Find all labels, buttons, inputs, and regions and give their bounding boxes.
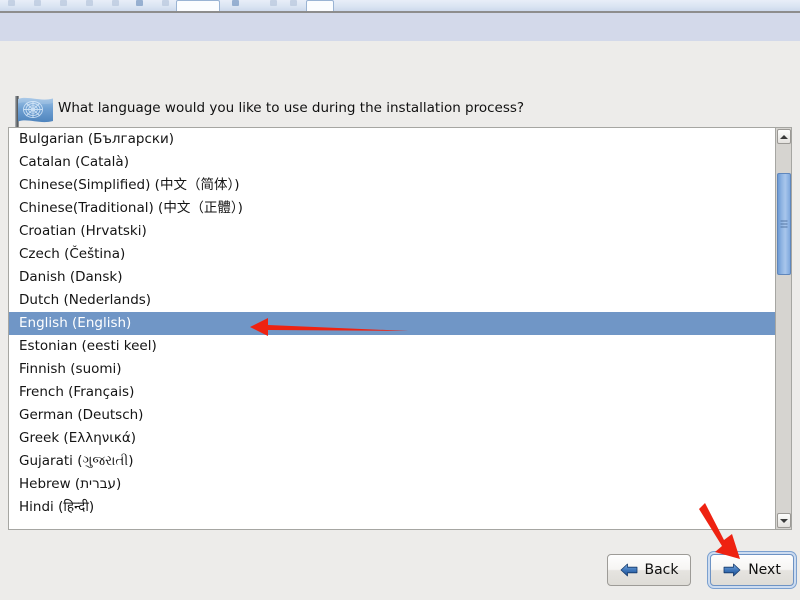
language-list-item[interactable]: Estonian (eesti keel) [9,335,775,358]
scrollbar-thumb[interactable] [777,173,791,275]
language-list-item[interactable]: Danish (Dansk) [9,266,775,289]
scroll-up-button[interactable] [777,129,791,144]
scroll-down-button[interactable] [777,513,791,528]
next-button-label: Next [748,562,781,578]
next-button[interactable]: Next [710,554,794,586]
language-list-item[interactable]: Greek (Ελληνικά) [9,427,775,450]
language-list-item[interactable]: German (Deutsch) [9,404,775,427]
language-list-item[interactable]: Chinese(Simplified) (中文（简体）) [9,174,775,197]
toolbar-field[interactable] [306,0,334,11]
language-list-item[interactable]: Dutch (Nederlands) [9,289,775,312]
toolbar-ghost-icon [290,0,297,6]
toolbar-ghost-icon [86,0,93,6]
left-arrow-icon [620,563,638,577]
toolbar-field[interactable] [176,0,220,11]
toolbar-ghost-icon [270,0,277,6]
scroll-up-arrow-icon [780,134,788,139]
header-band [0,13,800,41]
language-list-item[interactable]: Czech (Čeština) [9,243,775,266]
prompt-row: What language would you like to use duri… [0,41,800,138]
language-list-item[interactable]: Hebrew (עברית) [9,473,775,496]
vertical-scrollbar[interactable] [775,128,791,529]
scrollbar-grip-icon [780,220,788,228]
clipped-toolbar-strip [0,0,800,11]
prompt-question: What language would you like to use duri… [58,100,525,116]
toolbar-ghost-icon [162,0,169,6]
language-list-item[interactable]: Gujarati (ગુજરાતી) [9,450,775,473]
language-listbox[interactable]: Bulgarian (Български) Catalan (Català) Chi… [8,127,792,530]
toolbar-ghost-icon [232,0,239,6]
back-button-label: Back [644,562,679,578]
toolbar-ghost-icon [8,0,15,6]
back-button[interactable]: Back [607,554,691,586]
scroll-down-arrow-icon [780,518,788,523]
language-list-viewport[interactable]: Bulgarian (Български) Catalan (Català) Chi… [9,128,775,529]
language-list-item[interactable]: English (English) [9,312,775,335]
toolbar-ghost-icon [112,0,119,6]
toolbar-ghost-icon [34,0,41,6]
language-list-item[interactable]: Croatian (Hrvatski) [9,220,775,243]
language-list-item[interactable]: Bulgarian (Български) [9,128,775,151]
wizard-button-bar: Back Next [0,540,800,600]
right-arrow-icon [723,563,741,577]
language-list-item[interactable]: Chinese(Traditional) (中文（正體）) [9,197,775,220]
language-list-item[interactable]: French (Français) [9,381,775,404]
language-list-item[interactable]: Hindi (हिन्दी) [9,496,775,519]
toolbar-ghost-icon [60,0,67,6]
language-list-item[interactable]: Finnish (suomi) [9,358,775,381]
toolbar-ghost-icon [136,0,143,6]
language-list-item[interactable]: Catalan (Català) [9,151,775,174]
